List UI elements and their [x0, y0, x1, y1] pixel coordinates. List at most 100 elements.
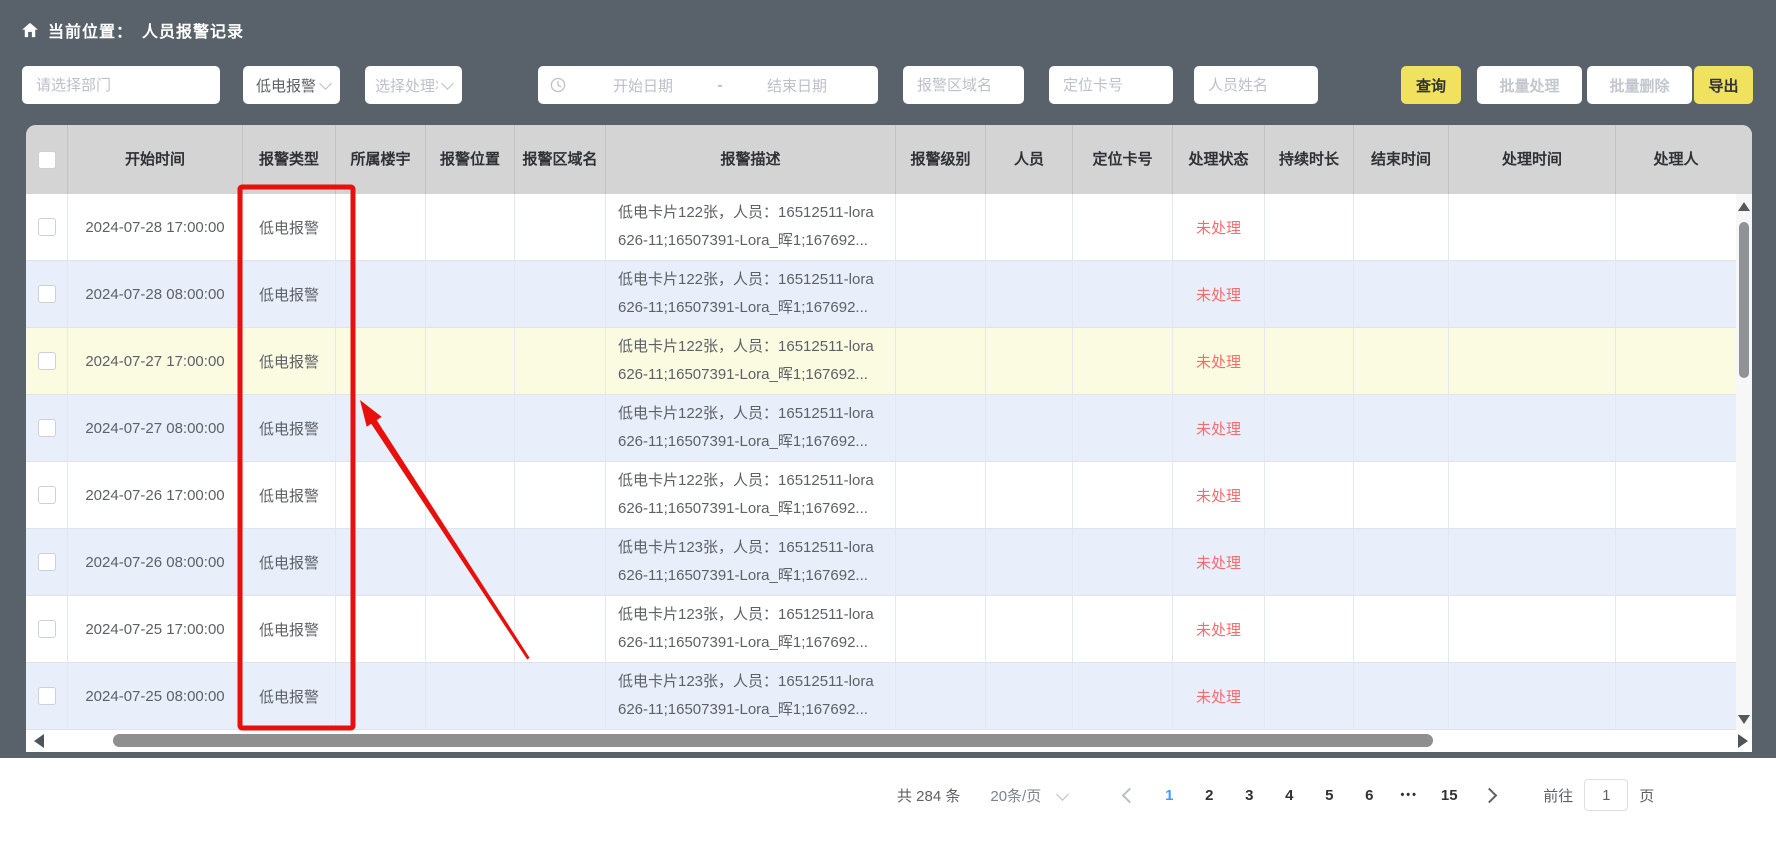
cell-processor: [1616, 194, 1736, 261]
department-input[interactable]: [22, 66, 220, 104]
cell-area: [515, 395, 606, 462]
column-header-13: 处理时间: [1449, 125, 1616, 194]
vertical-scrollbar-thumb[interactable]: [1739, 222, 1749, 378]
cell-process-time: [1449, 261, 1616, 328]
cell-area: [515, 261, 606, 328]
cell-description: 低电卡片123张，人员：16512511-lora626-11;16507391…: [606, 663, 896, 730]
scroll-right-arrow-icon[interactable]: [1738, 734, 1748, 748]
page: 当前位置： 人员报警记录 低电报警 选择处理状 开始日期 - 结束日期 查询 批…: [0, 0, 1776, 846]
start-date-placeholder[interactable]: 开始日期: [588, 75, 698, 96]
cell-description: 低电卡片122张，人员：16512511-lora626-11;16507391…: [606, 328, 896, 395]
select-all-checkbox[interactable]: [38, 151, 56, 169]
page-size-select[interactable]: 20条/页: [990, 785, 1071, 806]
cell-building: [336, 462, 426, 529]
cell-processor: [1616, 596, 1736, 663]
cell-end-time: [1354, 395, 1449, 462]
row-checkbox-cell: [26, 395, 68, 462]
cell-area: [515, 529, 606, 596]
cell-card-number: [1073, 194, 1173, 261]
end-date-placeholder[interactable]: 结束日期: [742, 75, 852, 96]
person-name-input[interactable]: [1194, 66, 1318, 104]
cell-alarm-type: 低电报警: [243, 529, 336, 596]
page-number-2[interactable]: 2: [1194, 780, 1224, 810]
footer: 共 284 条 20条/页 123456•••15 前往 页: [0, 758, 1776, 846]
column-header-14: 处理人: [1616, 125, 1736, 194]
alarm-area-input[interactable]: [903, 66, 1024, 104]
breadcrumb: 当前位置： 人员报警记录: [21, 18, 244, 42]
cell-building: [336, 194, 426, 261]
cell-status: 未处理: [1173, 395, 1265, 462]
prev-page-button[interactable]: [1114, 780, 1144, 810]
pagination: 共 284 条 20条/页 123456•••15 前往 页: [897, 758, 1654, 832]
row-checkbox[interactable]: [38, 553, 56, 571]
cell-process-time: [1449, 529, 1616, 596]
page-number-5[interactable]: 5: [1314, 780, 1344, 810]
goto-page-input[interactable]: [1584, 779, 1628, 811]
query-button[interactable]: 查询: [1401, 66, 1461, 104]
home-icon[interactable]: [21, 21, 39, 39]
cell-start-time: 2024-07-26 08:00:00: [68, 529, 243, 596]
cell-start-time: 2024-07-26 17:00:00: [68, 462, 243, 529]
table-row: 2024-07-28 17:00:00低电报警低电卡片122张，人员：16512…: [26, 194, 1752, 261]
table-header-row: 开始时间报警类型所属楼宇报警位置报警区域名报警描述报警级别人员定位卡号处理状态持…: [26, 125, 1752, 194]
row-checkbox[interactable]: [38, 687, 56, 705]
column-header-7: 报警级别: [896, 125, 986, 194]
page-ellipsis[interactable]: •••: [1394, 780, 1424, 810]
cell-description: 低电卡片122张，人员：16512511-lora626-11;16507391…: [606, 194, 896, 261]
chevron-down-icon: [1056, 788, 1069, 801]
chevron-down-icon: [441, 77, 454, 90]
row-checkbox[interactable]: [38, 352, 56, 370]
column-header-1: 开始时间: [68, 125, 243, 194]
cell-description: 低电卡片123张，人员：16512511-lora626-11;16507391…: [606, 529, 896, 596]
cell-area: [515, 462, 606, 529]
cell-area: [515, 663, 606, 730]
cell-level: [896, 663, 986, 730]
horizontal-scrollbar-thumb[interactable]: [113, 734, 1433, 747]
cell-level: [896, 529, 986, 596]
cell-process-time: [1449, 194, 1616, 261]
cell-person: [986, 596, 1073, 663]
process-status-select[interactable]: 选择处理状: [365, 66, 462, 104]
cell-duration: [1265, 395, 1354, 462]
row-checkbox[interactable]: [38, 486, 56, 504]
date-range-picker[interactable]: 开始日期 - 结束日期: [538, 66, 878, 104]
cell-process-time: [1449, 596, 1616, 663]
next-page-button[interactable]: [1474, 780, 1504, 810]
page-number-3[interactable]: 3: [1234, 780, 1264, 810]
cell-processor: [1616, 529, 1736, 596]
page-number-4[interactable]: 4: [1274, 780, 1304, 810]
row-checkbox[interactable]: [38, 419, 56, 437]
batch-delete-button[interactable]: 批量删除: [1587, 66, 1692, 104]
page-number-15[interactable]: 15: [1434, 780, 1464, 810]
page-number-1[interactable]: 1: [1154, 780, 1184, 810]
scroll-up-arrow-icon[interactable]: [1738, 202, 1750, 211]
scroll-down-arrow-icon[interactable]: [1738, 715, 1750, 724]
cell-duration: [1265, 596, 1354, 663]
total-count-label: 共 284 条: [897, 785, 960, 806]
column-header-11: 持续时长: [1265, 125, 1354, 194]
date-separator: -: [698, 77, 742, 94]
scroll-left-arrow-icon[interactable]: [34, 734, 44, 748]
cell-person: [986, 194, 1073, 261]
cell-alarm-type: 低电报警: [243, 194, 336, 261]
cell-end-time: [1354, 596, 1449, 663]
cell-card-number: [1073, 328, 1173, 395]
alarm-type-select[interactable]: 低电报警: [243, 66, 340, 104]
cell-duration: [1265, 328, 1354, 395]
row-checkbox-cell: [26, 328, 68, 395]
cell-description: 低电卡片122张，人员：16512511-lora626-11;16507391…: [606, 395, 896, 462]
table-row: 2024-07-27 17:00:00低电报警低电卡片122张，人员：16512…: [26, 328, 1752, 395]
page-number-6[interactable]: 6: [1354, 780, 1384, 810]
row-checkbox[interactable]: [38, 285, 56, 303]
batch-process-button[interactable]: 批量处理: [1477, 66, 1582, 104]
row-checkbox[interactable]: [38, 218, 56, 236]
cell-level: [896, 194, 986, 261]
row-checkbox-cell: [26, 462, 68, 529]
card-number-input[interactable]: [1049, 66, 1173, 104]
table-row: 2024-07-26 08:00:00低电报警 低电卡片123张，人员：16512…: [26, 529, 1752, 596]
export-button[interactable]: 导出: [1694, 66, 1753, 104]
cell-processor: [1616, 462, 1736, 529]
row-checkbox[interactable]: [38, 620, 56, 638]
breadcrumb-prefix: 当前位置：: [48, 18, 133, 42]
cell-card-number: [1073, 529, 1173, 596]
